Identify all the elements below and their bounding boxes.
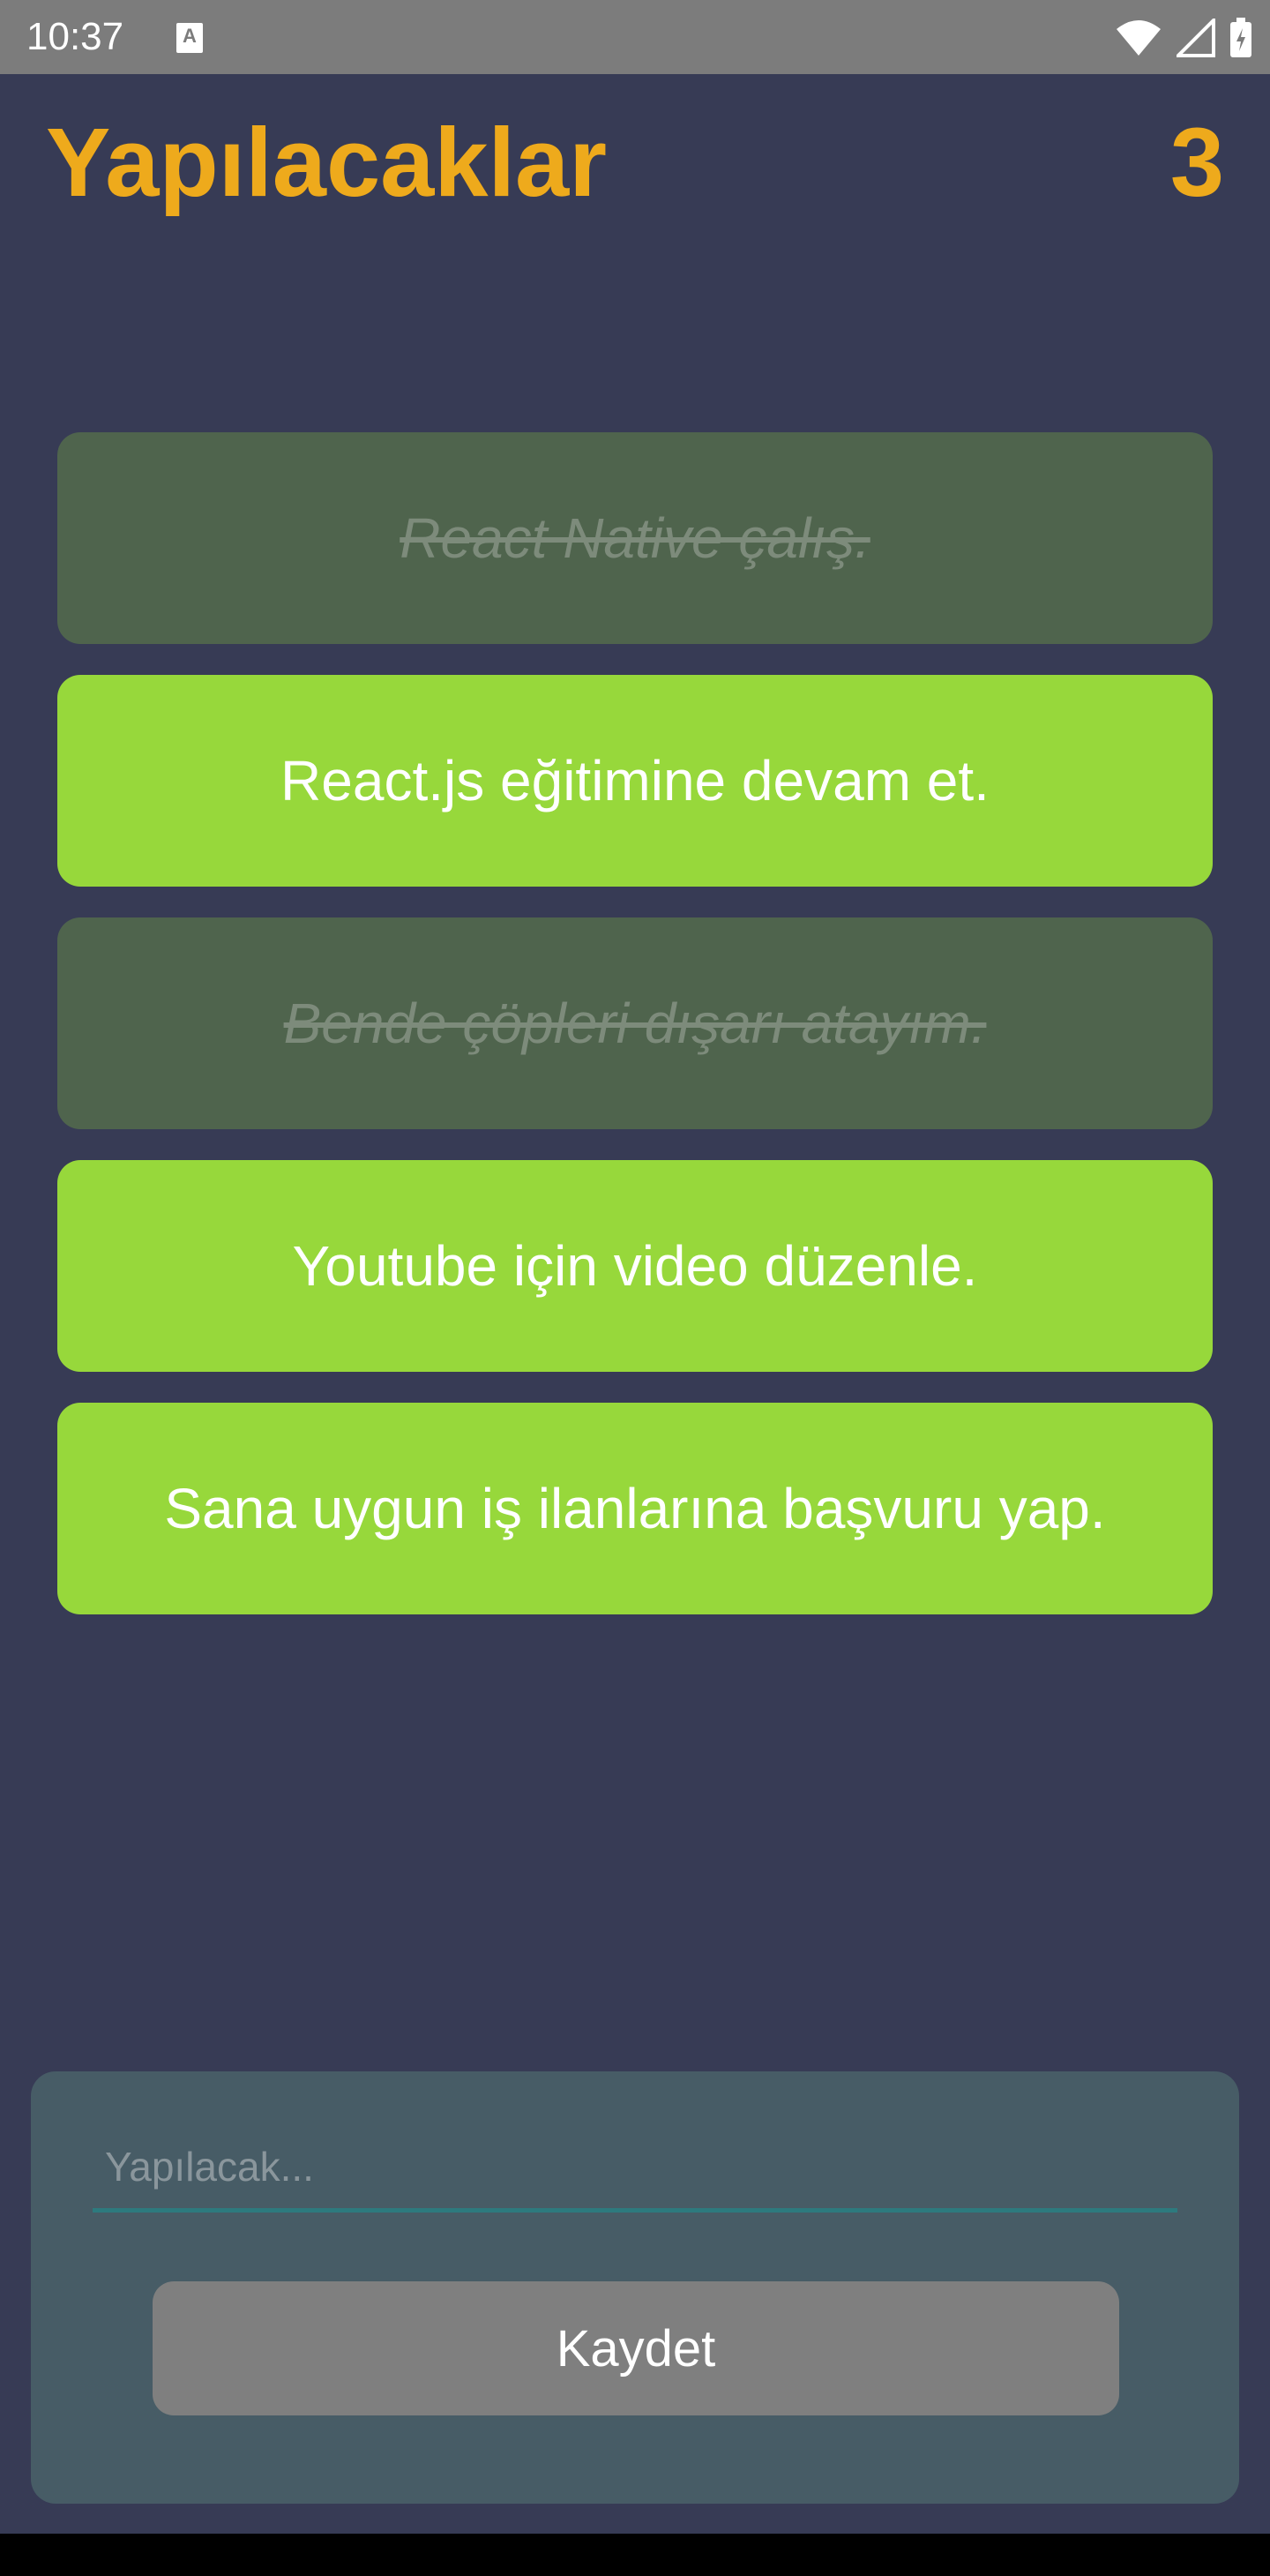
todo-item[interactable]: Bende çöpleri dışarı atayım. [57, 917, 1213, 1129]
todo-input[interactable] [93, 2124, 1177, 2213]
todo-item[interactable]: Youtube için video düzenle. [57, 1160, 1213, 1372]
todo-item-text: React.js eğitimine devam et. [280, 749, 990, 812]
todo-item-text: Bende çöpleri dışarı atayım. [283, 992, 987, 1055]
todo-item-text: React Native çalış. [400, 506, 870, 570]
wifi-icon [1117, 20, 1161, 56]
cell-signal-icon [1177, 19, 1215, 57]
todo-item[interactable]: React Native çalış. [57, 432, 1213, 644]
todo-item-text: Youtube için video düzenle. [292, 1234, 978, 1298]
todo-item[interactable]: React.js eğitimine devam et. [57, 675, 1213, 887]
todo-item[interactable]: Sana uygun iş ilanlarına başvuru yap. [57, 1403, 1213, 1614]
battery-icon [1230, 18, 1251, 57]
status-time: 10:37 [26, 15, 124, 58]
system-nav-bar [0, 2534, 1270, 2576]
todo-item-text: Sana uygun iş ilanlarına başvuru yap. [164, 1477, 1106, 1540]
pending-count: 3 [1169, 109, 1224, 217]
save-button[interactable]: Kaydet [153, 2281, 1119, 2415]
status-icons [1115, 16, 1252, 60]
status-bar: 10:37 A [0, 0, 1270, 74]
keyboard-notification-icon: A [176, 23, 203, 53]
page-title: Yapılacaklar [46, 109, 608, 217]
new-todo-card: Kaydet [31, 2071, 1239, 2504]
